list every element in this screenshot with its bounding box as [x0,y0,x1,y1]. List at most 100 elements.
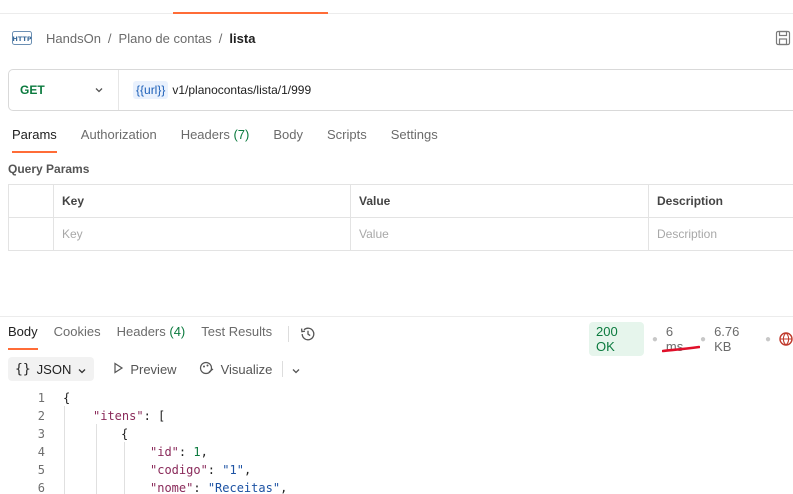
breadcrumb: HTTP HandsOn / Plano de contas / lista [12,28,255,48]
code-text: { [63,391,71,405]
url-variable: {{url}} [133,81,169,99]
tab-count-badge: (4) [169,324,186,339]
json-key: "itens" [93,409,144,423]
red-annotation-underline [662,345,700,353]
tab-label: Params [12,127,57,142]
tab-params[interactable]: Params [12,127,57,153]
tab-label: Body [273,127,303,142]
tab-response-headers[interactable]: Headers (4) [117,324,186,344]
checkbox-column-header [8,184,54,218]
breadcrumb-current-request[interactable]: lista [229,31,255,46]
tab-body[interactable]: Body [273,127,303,151]
tab-count-badge: (7) [233,127,250,142]
tab-label: Headers [116,324,166,339]
code-text: , [243,463,252,477]
value-input[interactable]: Value [350,217,649,251]
table-row: Key Value Description [8,217,793,251]
visualize-label: Visualize [220,361,273,377]
tab-label: Test Results [201,324,273,339]
line-number: 1 [37,391,45,405]
url-input[interactable]: {{url}} v1/planocontas/lista/1/999 [119,81,311,99]
tab-settings[interactable]: Settings [391,127,438,151]
format-label: JSON [36,361,72,377]
format-select[interactable]: {} JSON [8,357,95,381]
top-tab-strip [0,0,793,14]
tab-authorization[interactable]: Authorization [81,127,157,151]
description-input[interactable]: Description [648,217,793,251]
json-value: "Receitas" [207,481,281,494]
json-key: "nome" [150,481,194,494]
code-text: , [200,445,208,459]
json-key: "id" [150,445,179,459]
visualize-button[interactable]: Visualize [199,360,273,379]
pane-divider[interactable] [0,316,793,317]
breadcrumb-separator: / [107,30,112,46]
status-badge[interactable]: 200 OK [589,322,644,356]
response-toolbar: {} JSON Preview Visualize [8,357,301,381]
separator-dot: ● [764,333,771,345]
http-icon: HTTP [12,30,32,46]
json-key: "codigo" [150,463,208,477]
tab-label: Headers [180,127,230,142]
separator-dot: ● [700,333,707,345]
save-icon[interactable] [775,30,791,46]
tab-label: Scripts [326,127,367,142]
code-line: 3 { [0,425,793,443]
column-header-key: Key [53,184,351,218]
query-params-heading: Query Params [8,162,90,176]
key-input[interactable]: Key [53,217,351,251]
code-text: : [207,463,223,477]
breadcrumb-item-workspace[interactable]: HandsOn [46,31,101,46]
tab-headers[interactable]: Headers (7) [181,127,250,151]
column-header-value: Value [350,184,649,218]
breadcrumb-item-collection[interactable]: Plano de contas [119,31,212,46]
code-text: : [193,481,208,494]
json-value: "1" [222,463,244,477]
code-text: { [121,427,129,441]
separator-dot: ● [651,333,658,345]
code-line: 4 "id": 1, [0,443,793,461]
line-number: 4 [37,445,45,459]
url-path: v1/planocontas/lista/1/999 [172,83,312,97]
tab-scripts[interactable]: Scripts [327,127,367,151]
response-size[interactable]: 6.76 KB [714,324,757,354]
globe-icon[interactable] [779,332,793,346]
code-text: : [178,445,194,459]
divider [288,326,290,342]
chevron-down-icon [77,364,87,374]
svg-text:HTTP: HTTP [12,35,31,43]
tab-label: Settings [390,127,438,142]
code-text: : [ [143,409,166,423]
code-line: 5 "codigo": "1", [0,461,793,479]
query-params-table: Key Value Description Key Value Descript… [8,184,793,251]
chevron-down-icon [94,84,104,94]
history-icon[interactable] [299,325,317,343]
divider [282,361,284,377]
column-header-description: Description [648,184,793,218]
method-select[interactable]: GET [9,70,119,110]
tab-test-results[interactable]: Test Results [201,324,272,344]
line-number: 2 [37,409,45,423]
preview-label: Preview [130,361,177,377]
braces-icon: {} [15,361,31,377]
code-text: , [280,481,288,494]
table-header-row: Key Value Description [8,184,793,218]
line-number: 6 [37,481,45,494]
tab-label: Authorization [80,127,157,142]
line-number: 5 [37,463,45,477]
breadcrumb-separator: / [218,30,223,46]
request-url-bar: GET {{url}} v1/planocontas/lista/1/999 [8,69,793,111]
preview-button[interactable]: Preview [112,361,177,377]
tab-response-body[interactable]: Body [8,324,38,350]
tab-response-cookies[interactable]: Cookies [54,324,101,344]
chevron-down-icon[interactable] [291,364,301,374]
json-value: 1 [193,445,201,459]
code-line: 1 { [0,389,793,407]
row-checkbox-cell [8,217,54,251]
method-label: GET [20,83,45,97]
code-line: 2 "itens": [ [0,407,793,425]
request-tabs: Params Authorization Headers (7) Body Sc… [12,127,462,153]
response-tabs: Body Cookies Headers (4) Test Results [8,324,317,350]
code-line: 6 "nome": "Receitas", [0,479,793,494]
active-tab-indicator [173,12,328,14]
